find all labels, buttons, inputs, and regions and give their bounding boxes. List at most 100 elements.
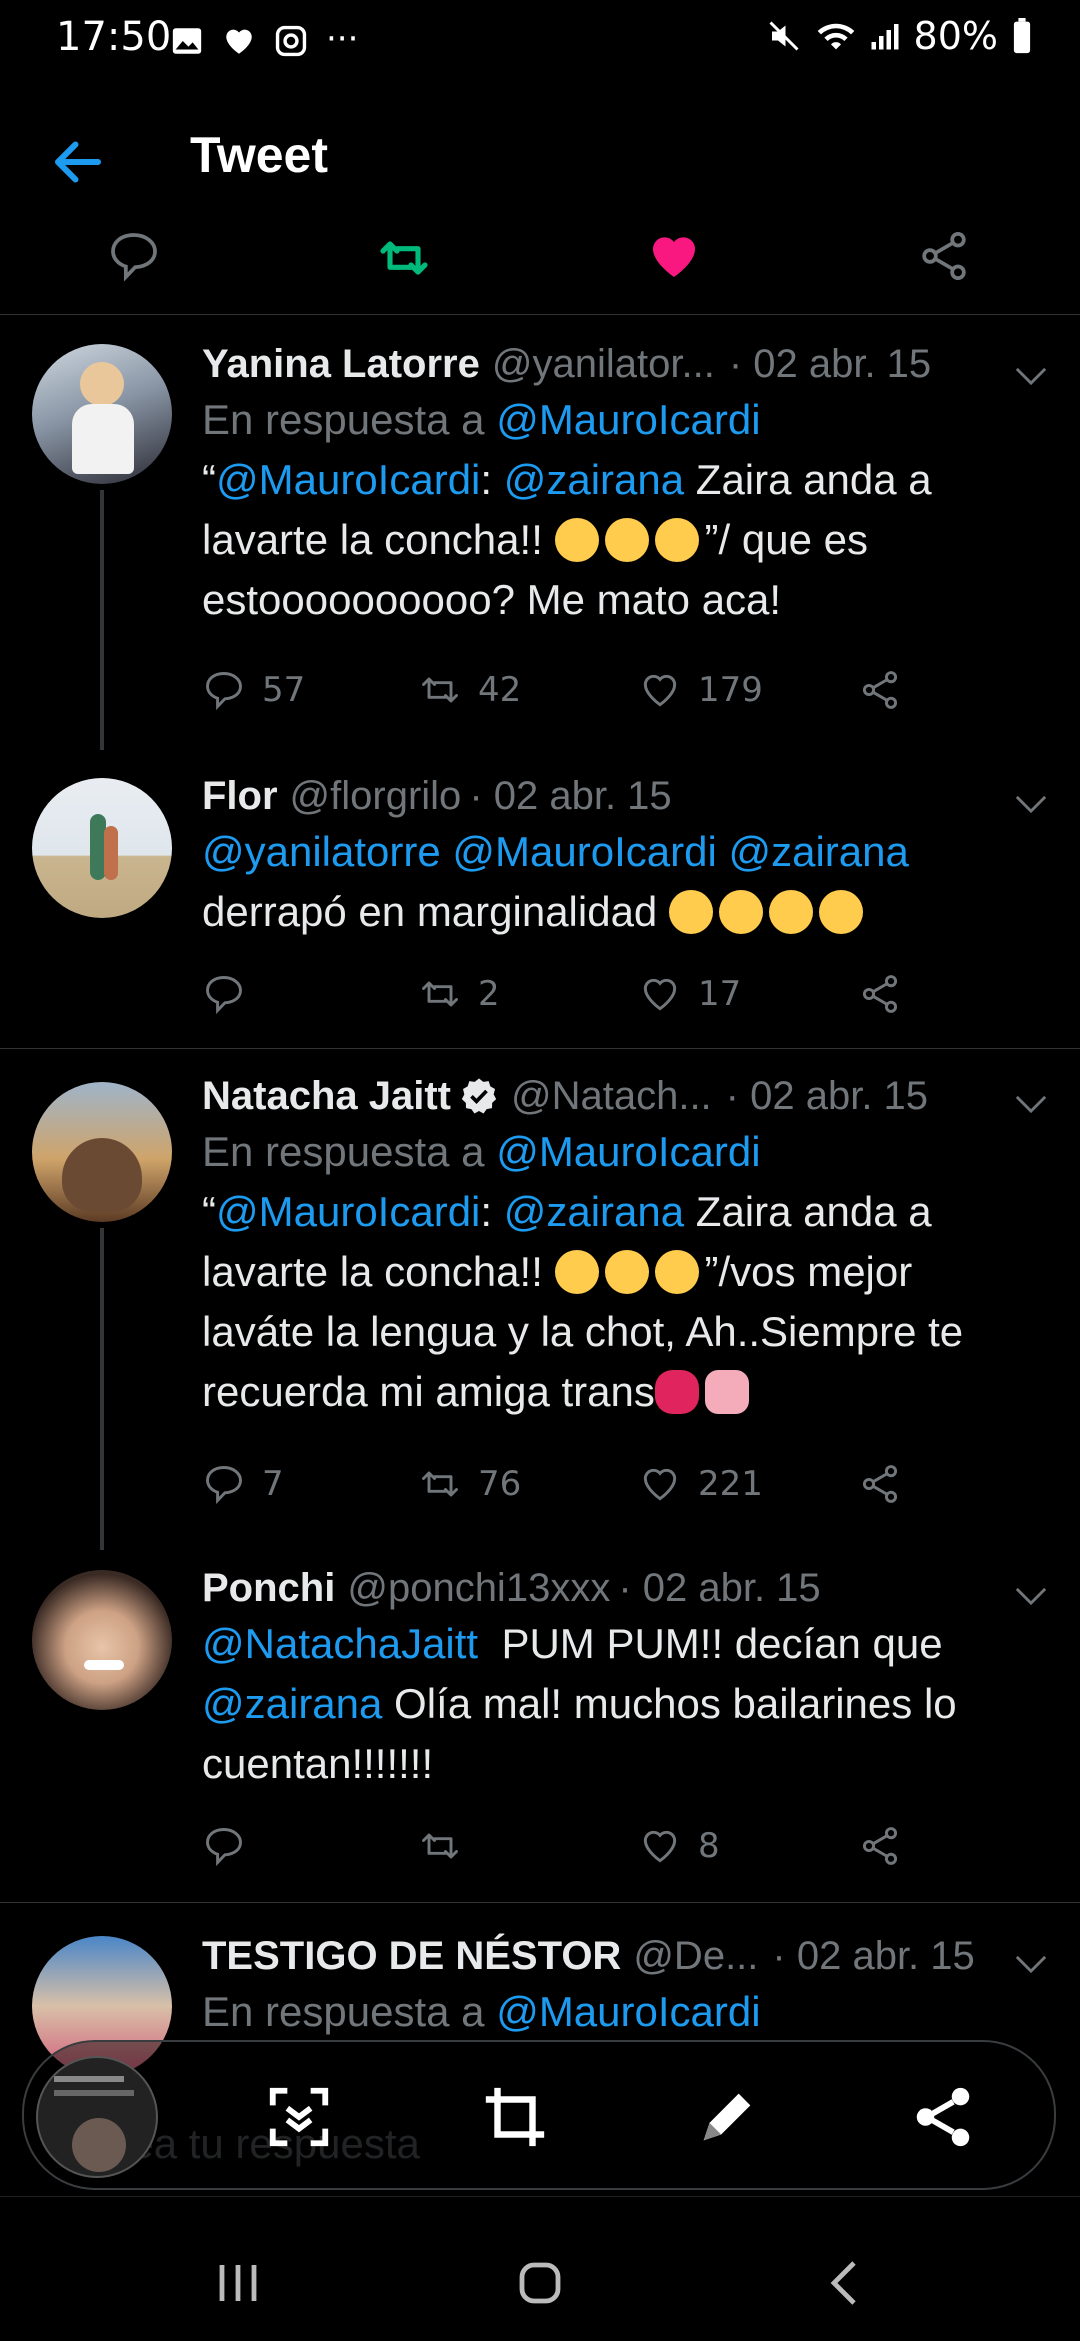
chevron-down-icon[interactable]: [1014, 366, 1048, 386]
share-icon: [862, 1465, 898, 1503]
chevron-down-icon[interactable]: [1014, 1094, 1048, 1114]
reply-context: En respuesta a @MauroIcardi: [202, 1982, 1044, 2042]
reply-context: En respuesta a @MauroIcardi: [202, 1122, 1044, 1182]
like-count: 17: [698, 974, 742, 1014]
recent-apps-icon[interactable]: [214, 2261, 262, 2305]
retweet-button[interactable]: 2: [418, 972, 500, 1016]
share-icon[interactable]: [908, 2082, 978, 2152]
author-name[interactable]: TESTIGO DE NÉSTOR: [202, 1930, 621, 1982]
mention-link[interactable]: @zairana: [202, 1680, 382, 1727]
like-button[interactable]: 221: [638, 1462, 763, 1506]
tweet-ponchi[interactable]: Ponchi @ponchi13xxx · 02 abr. 15 @Natach…: [0, 1562, 1080, 1862]
text-segment: PUM PUM!! decían que: [478, 1620, 943, 1667]
avatar[interactable]: [32, 1082, 172, 1222]
like-button[interactable]: 179: [638, 668, 763, 712]
verified-badge-icon: [461, 1078, 497, 1114]
chevron-down-icon[interactable]: [1014, 1954, 1048, 1974]
tweet-text: “@MauroIcardi: @zairana Zaira anda a lav…: [202, 1182, 1044, 1422]
mention-link[interactable]: @zairana: [504, 1188, 684, 1235]
mention-link[interactable]: @MauroIcardi: [216, 1188, 480, 1235]
main-tweet-actions: [0, 228, 1080, 315]
chevron-down-icon[interactable]: [1014, 1586, 1048, 1606]
crop-icon[interactable]: [480, 2082, 550, 2152]
reply-icon[interactable]: [106, 228, 162, 284]
author-handle: @yanilator...: [491, 342, 715, 386]
reply-context: En respuesta a @MauroIcardi: [202, 390, 1044, 450]
like-icon: [643, 674, 677, 707]
author-handle: @ponchi13xxx: [347, 1566, 611, 1610]
mention-link[interactable]: @zairana: [728, 828, 908, 875]
tweet-header: Natacha Jaitt @Natach... · 02 abr. 15: [202, 1070, 1044, 1122]
avatar[interactable]: [32, 344, 172, 484]
like-button[interactable]: 17: [638, 972, 741, 1016]
mention-link[interactable]: @NatachaJaitt: [202, 1620, 478, 1667]
author-name[interactable]: Flor: [202, 770, 278, 822]
retweet-button[interactable]: [418, 1824, 478, 1868]
instagram-icon: [275, 25, 307, 57]
reply-button[interactable]: [202, 972, 262, 1016]
reply-button[interactable]: 7: [202, 1462, 284, 1506]
status-bar: 17:50 ··· 80%: [0, 0, 1080, 84]
laughing-emoji-icon: [604, 1250, 649, 1294]
reply-button[interactable]: 57: [202, 668, 305, 712]
like-count: 179: [698, 670, 763, 710]
gallery-icon: [172, 28, 202, 54]
author-name[interactable]: Natacha Jaitt: [202, 1070, 451, 1122]
share-button[interactable]: [858, 1824, 902, 1868]
share-button[interactable]: [858, 972, 902, 1016]
back-icon[interactable]: [826, 2259, 862, 2307]
share-button[interactable]: [858, 668, 902, 712]
retweet-count: 42: [478, 670, 522, 710]
battery-percent: 80%: [913, 14, 998, 58]
mention-link[interactable]: @MauroIcardi: [496, 396, 760, 443]
share-icon[interactable]: [916, 228, 972, 284]
author-name[interactable]: Ponchi: [202, 1562, 335, 1614]
reply-count: 57: [262, 670, 306, 710]
home-icon[interactable]: [516, 2259, 564, 2307]
tweet-date: · 02 abr. 15: [469, 774, 672, 818]
retweet-button[interactable]: 76: [418, 1462, 521, 1506]
chevron-down-icon[interactable]: [1014, 794, 1048, 814]
app-header: Tweet: [0, 84, 1080, 234]
author-name[interactable]: Yanina Latorre: [202, 338, 480, 390]
text-line: estoooooooooo? Me mato aca!: [202, 576, 782, 623]
text-line: cuentan!!!!!!!: [202, 1740, 434, 1787]
mention-link[interactable]: @MauroIcardi: [496, 1988, 760, 2035]
tweet-stats: 8: [202, 1824, 962, 1874]
divider: [0, 1902, 1080, 1903]
scroll-capture-icon[interactable]: [264, 2082, 334, 2152]
laughing-emoji-icon: [554, 518, 599, 562]
text-segment: recuerda mi amiga trans: [202, 1368, 655, 1415]
screenshot-toolbar: [22, 2040, 1056, 2190]
like-icon[interactable]: [646, 228, 702, 284]
tweet-date: · 02 abr. 15: [618, 1566, 821, 1610]
draw-icon[interactable]: [692, 2082, 762, 2152]
tweet-header: TESTIGO DE NÉSTOR @De... · 02 abr. 15: [202, 1930, 1044, 1982]
status-right: 80%: [766, 14, 1032, 58]
back-arrow-icon[interactable]: [48, 132, 108, 192]
avatar[interactable]: [32, 778, 172, 918]
reply-button[interactable]: [202, 1824, 262, 1868]
signal-icon: [871, 24, 899, 50]
reply-count: 7: [262, 1464, 284, 1504]
retweet-icon[interactable]: [376, 230, 432, 286]
tweet-natacha[interactable]: Natacha Jaitt @Natach... · 02 abr. 15 En…: [0, 1070, 1080, 1550]
share-icon: [862, 671, 898, 709]
sweat-emoji-icon: [668, 890, 713, 934]
like-button[interactable]: 8: [638, 1824, 720, 1868]
laughing-emoji-icon: [554, 1250, 599, 1294]
text-segment: lavarte la concha!!: [202, 1248, 555, 1295]
retweet-button[interactable]: 42: [418, 668, 521, 712]
like-count: 221: [698, 1464, 763, 1504]
share-button[interactable]: [858, 1462, 902, 1506]
mention-link[interactable]: @MauroIcardi: [496, 1128, 760, 1175]
tweet-text: @yanilatorre @MauroIcardi @zairana derra…: [202, 822, 1044, 942]
tweet-date: · 02 abr. 15: [725, 1074, 929, 1118]
avatar[interactable]: [32, 1570, 172, 1710]
mention-link[interactable]: @MauroIcardi: [452, 828, 716, 875]
screenshot-thumbnail[interactable]: [36, 2056, 158, 2178]
mention-link[interactable]: @yanilatorre: [202, 828, 441, 875]
text-segment: “: [202, 1188, 216, 1235]
reply-prefix: En respuesta a: [202, 1988, 485, 2035]
laughing-emoji-icon: [604, 518, 649, 562]
